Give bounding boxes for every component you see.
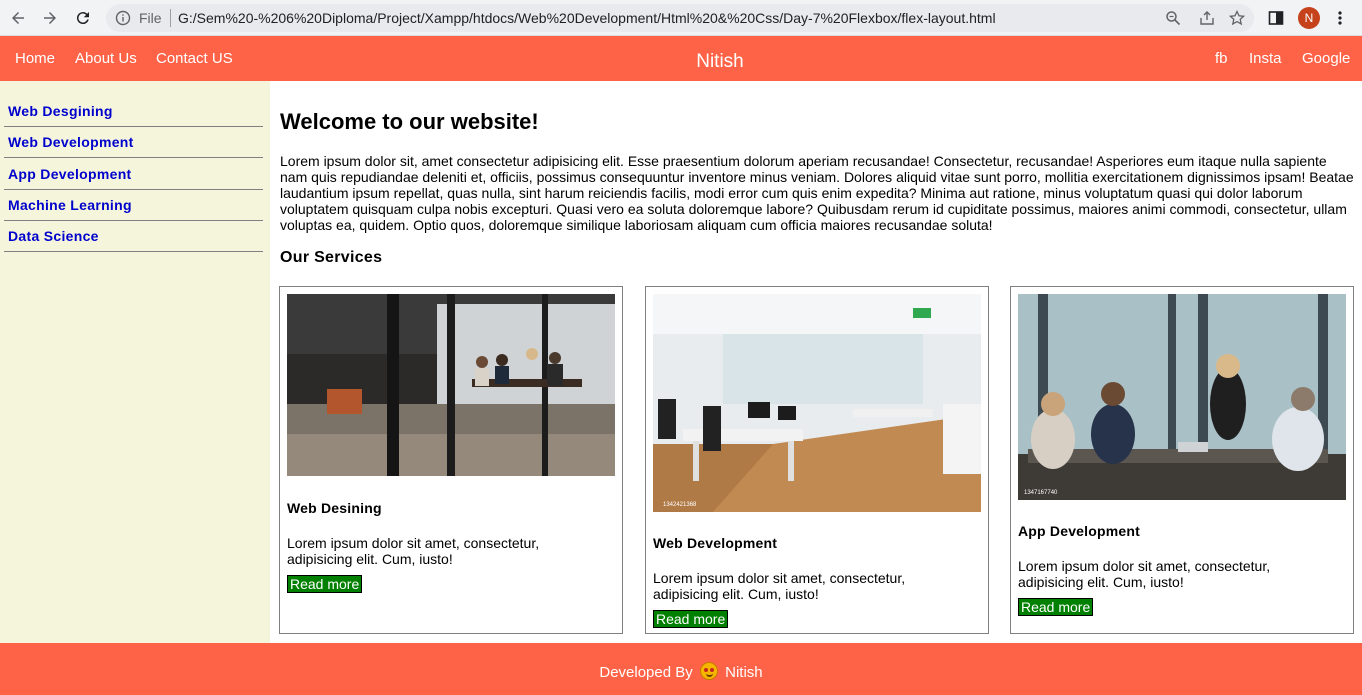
sidebar-item-app-development[interactable]: App Development [4, 159, 263, 190]
card-title: App Development [1018, 523, 1141, 539]
smiling-face-icon [699, 662, 718, 680]
read-more-button[interactable]: Read more [1018, 598, 1094, 616]
service-card: 1347167740 App Development Lorem ipsum d… [1010, 286, 1354, 634]
back-arrow-icon[interactable] [6, 6, 30, 30]
footer-text: Developed By Nitish [0, 662, 1362, 681]
sidebar-item-label[interactable]: Machine Learning [8, 197, 132, 213]
kebab-menu-icon[interactable] [1328, 6, 1352, 30]
business-meeting-image: 1347167740 [1018, 294, 1346, 500]
file-label: File [139, 10, 162, 26]
sidebar-item-machine-learning[interactable]: Machine Learning [4, 190, 263, 221]
site-header: Home About Us Contact US Nitish fb Insta… [0, 36, 1362, 81]
site-footer: Developed By Nitish [0, 643, 1362, 695]
nav-link-insta[interactable]: Insta [1249, 50, 1282, 67]
star-icon[interactable] [1229, 10, 1245, 26]
sidebar-icon[interactable] [1264, 6, 1288, 30]
main-content: Welcome to our website! Lorem ipsum dolo… [270, 81, 1362, 643]
site-brand: Nitish [0, 51, 1362, 73]
card-title: Web Development [653, 535, 778, 551]
omnibox-divider [170, 9, 171, 27]
card-description: Lorem ipsum dolor sit amet, consectetur,… [287, 535, 540, 567]
sidebar-item-web-designing[interactable]: Web Desgining [4, 96, 263, 127]
svg-text:1342421368: 1342421368 [663, 502, 697, 508]
brand-text: Nitish [696, 51, 744, 72]
sidebar-item-data-science[interactable]: Data Science [4, 221, 263, 252]
sidebar-item-label[interactable]: Web Desgining [8, 103, 113, 119]
page-title: Welcome to our website! [280, 109, 539, 134]
zoom-icon[interactable] [1165, 10, 1181, 26]
office-image: 1342421368 [653, 294, 981, 512]
url-text[interactable]: G:/Sem%20-%206%20Diploma/Project/Xampp/h… [178, 10, 996, 26]
sidebar: Web Desgining Web Development App Develo… [0, 81, 270, 643]
services-heading: Our Services [280, 249, 383, 266]
browser-toolbar: File G:/Sem%20-%206%20Diploma/Project/Xa… [0, 0, 1362, 36]
info-icon[interactable] [115, 10, 131, 26]
card-title: Web Desining [287, 500, 382, 516]
address-bar[interactable]: File G:/Sem%20-%206%20Diploma/Project/Xa… [106, 4, 1254, 32]
sidebar-item-label[interactable]: App Development [8, 166, 132, 182]
sidebar-item-label[interactable]: Web Development [8, 134, 134, 150]
reload-icon[interactable] [71, 6, 95, 30]
profile-avatar[interactable]: N [1297, 6, 1321, 30]
sidebar-item-web-development[interactable]: Web Development [4, 127, 263, 158]
intro-paragraph: Lorem ipsum dolor sit, amet consectetur … [280, 153, 1354, 233]
footer-author: Nitish [725, 664, 763, 681]
footer-prefix: Developed By [599, 664, 693, 681]
read-more-button[interactable]: Read more [287, 575, 363, 593]
sidebar-item-label[interactable]: Data Science [8, 228, 99, 244]
card-description: Lorem ipsum dolor sit amet, consectetur,… [653, 570, 906, 602]
read-more-button[interactable]: Read more [653, 610, 729, 628]
card-description: Lorem ipsum dolor sit amet, consectetur,… [1018, 558, 1271, 590]
svg-text:1347167740: 1347167740 [1024, 490, 1058, 496]
nav-link-fb[interactable]: fb [1215, 50, 1228, 67]
share-icon[interactable] [1199, 10, 1215, 26]
service-card: 1342421368 Web Development Lorem ipsum d… [645, 286, 989, 634]
forward-arrow-icon[interactable] [38, 6, 62, 30]
service-card: Web Desining Lorem ipsum dolor sit amet,… [279, 286, 623, 634]
meeting-room-image [287, 294, 615, 476]
nav-link-google[interactable]: Google [1302, 50, 1350, 67]
